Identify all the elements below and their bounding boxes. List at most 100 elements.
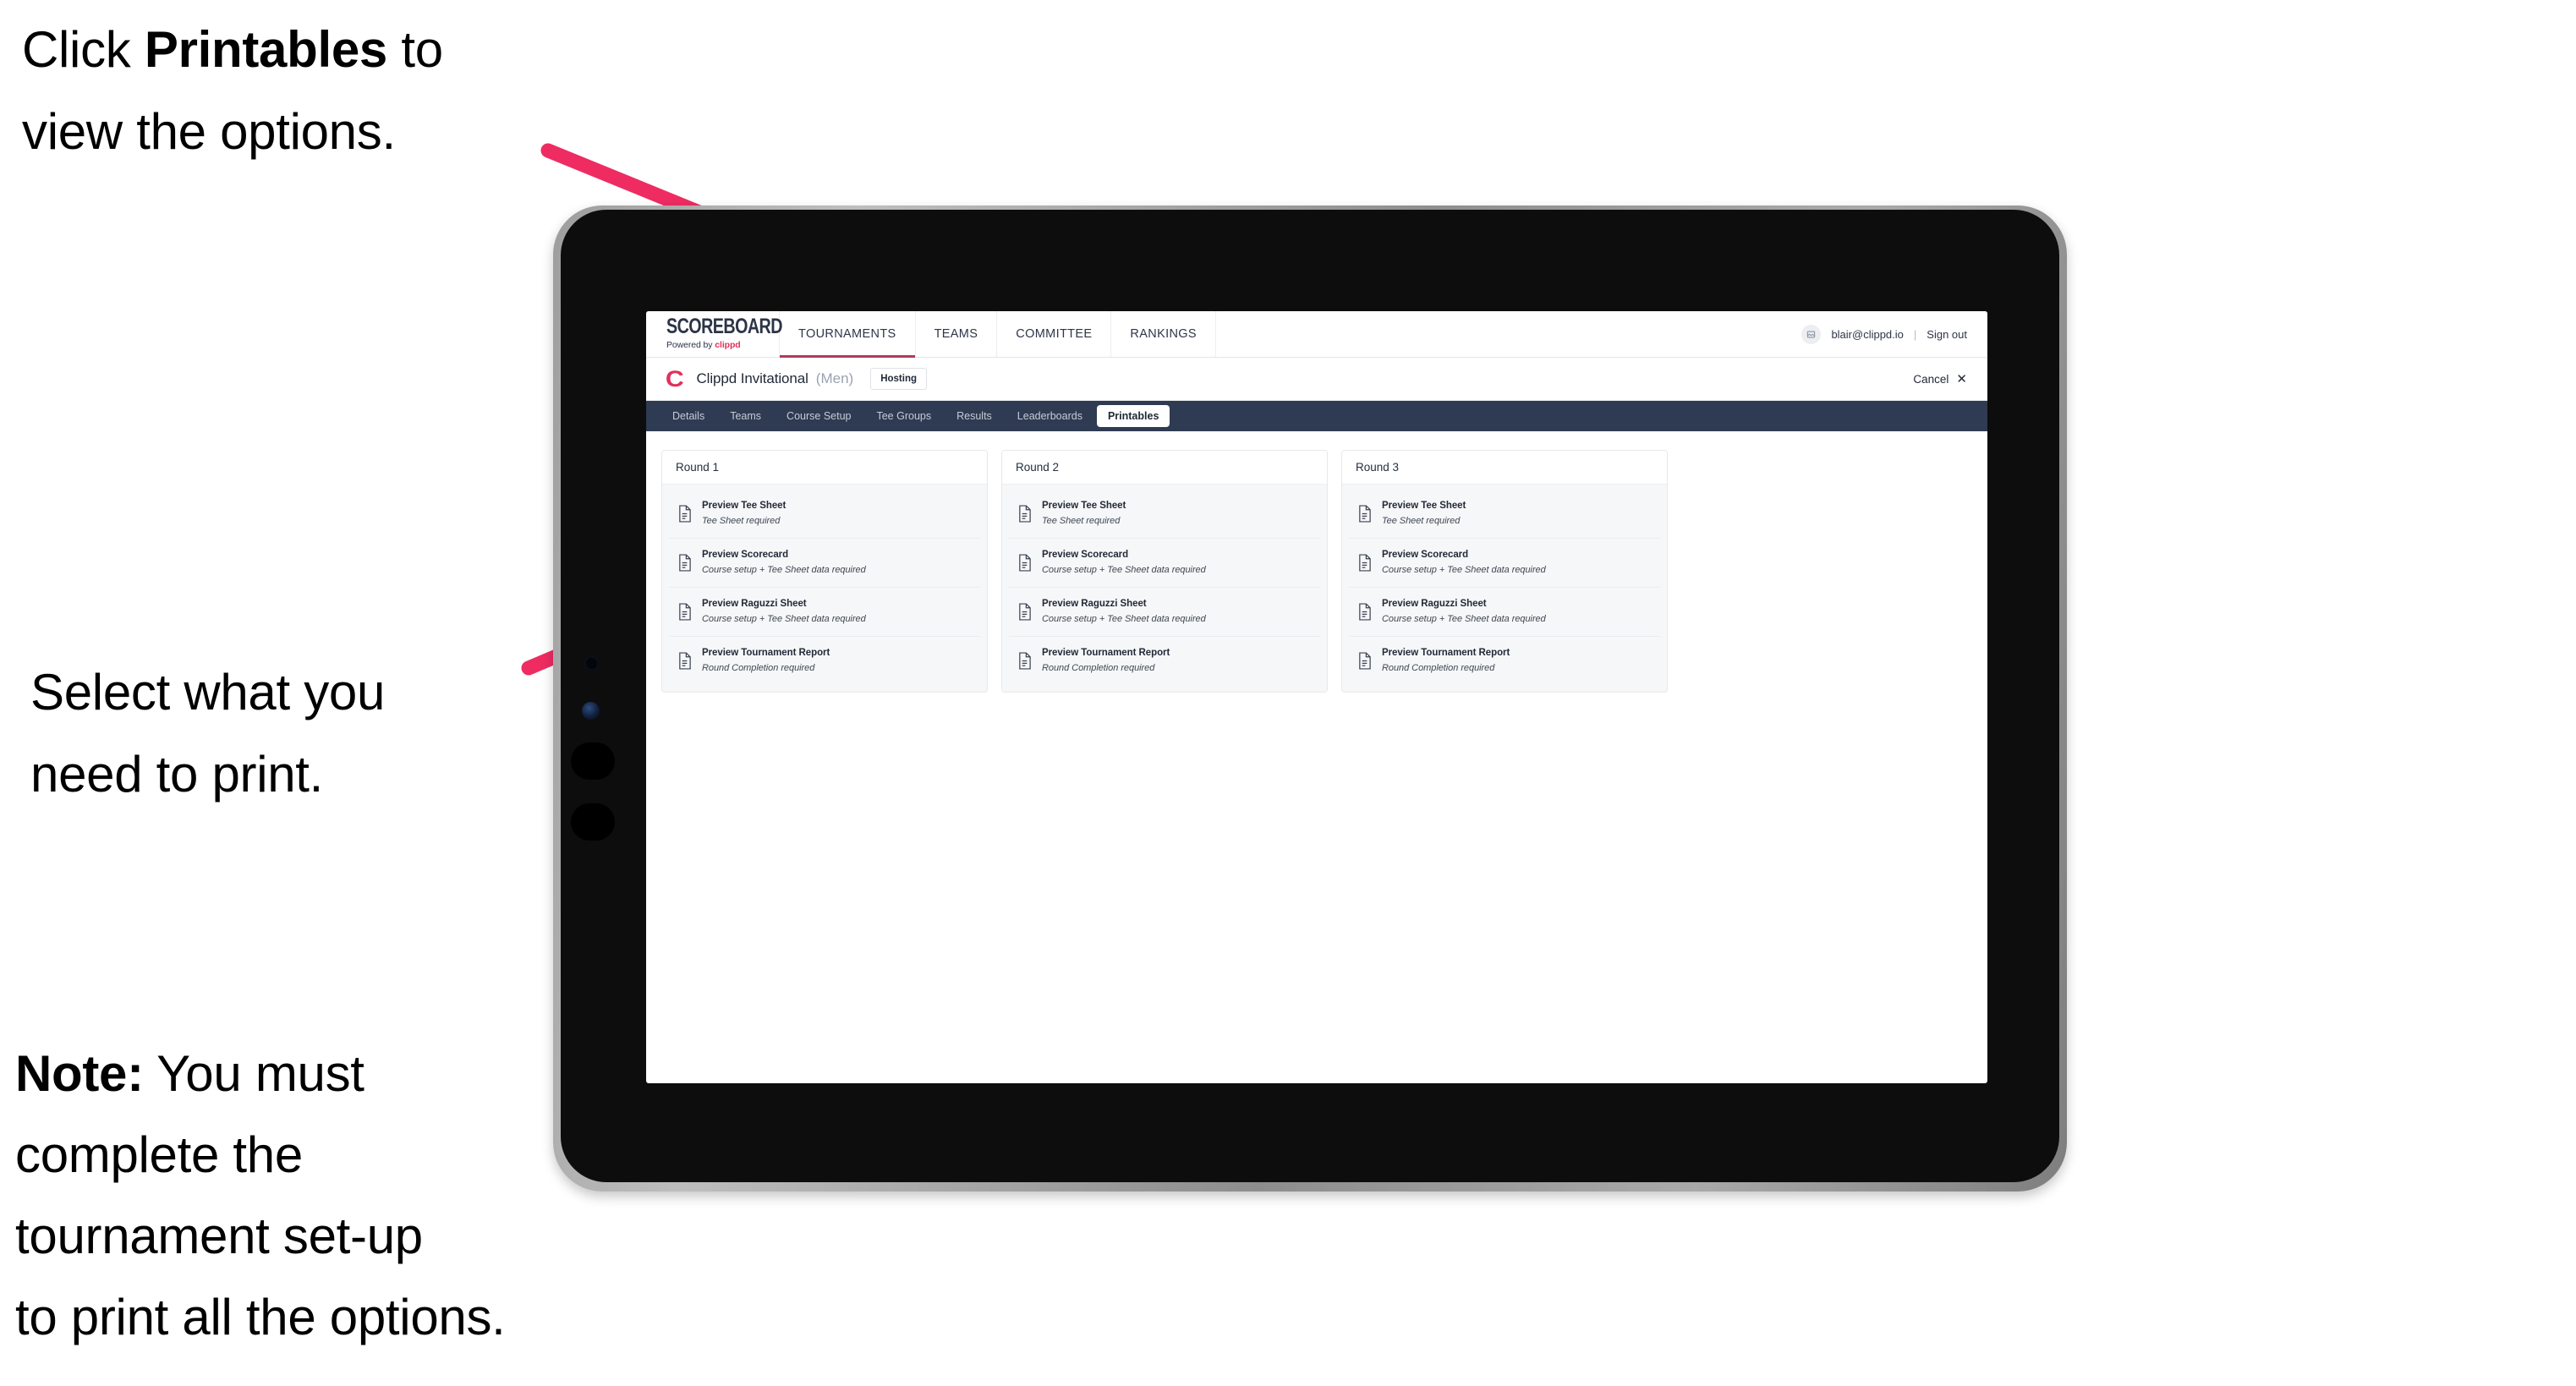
tablet-bezel: SCOREBOARD Powered by clippd TOURNAMENTS… (561, 210, 2059, 1182)
list-item[interactable]: Preview Raguzzi Sheet Course setup + Tee… (1349, 588, 1660, 638)
list-item-text: Preview Tee Sheet Tee Sheet required (702, 500, 786, 528)
list-item-title: Preview Scorecard (1042, 550, 1129, 561)
list-item[interactable]: Preview Raguzzi Sheet Course setup + Tee… (1009, 588, 1320, 638)
sign-out-link[interactable]: Sign out (1927, 328, 1967, 341)
list-item-subtitle: Course setup + Tee Sheet data required (702, 613, 866, 624)
round-item-list: Preview Tee Sheet Tee Sheet required Pre… (1342, 485, 1667, 693)
list-item-text: Preview Scorecard Course setup + Tee She… (1042, 549, 1206, 577)
brand-sub-clippd: clippd (715, 340, 741, 350)
round-item-list: Preview Tee Sheet Tee Sheet required Pre… (1002, 485, 1327, 693)
document-icon (1019, 603, 1031, 621)
list-item-text: Preview Tee Sheet Tee Sheet required (1382, 500, 1466, 528)
document-icon (1359, 603, 1371, 621)
list-item-title: Preview Tournament Report (1042, 648, 1170, 659)
list-item[interactable]: Preview Raguzzi Sheet Course setup + Tee… (669, 588, 980, 638)
list-item[interactable]: Preview Tournament Report Round Completi… (1349, 637, 1660, 686)
list-item-title: Preview Tee Sheet (702, 501, 787, 511)
document-icon (1019, 505, 1031, 523)
list-item-title: Preview Tournament Report (702, 648, 830, 659)
document-icon (1019, 652, 1031, 670)
nav-item-teams[interactable]: TEAMS (916, 311, 998, 357)
document-icon (679, 554, 691, 572)
list-item-text: Preview Tournament Report Round Completi… (702, 647, 830, 675)
header-separator: | (1913, 327, 1917, 341)
instruction-note-bold: Note: (15, 1045, 144, 1102)
list-item-text: Preview Raguzzi Sheet Course setup + Tee… (1042, 598, 1206, 626)
list-item-title: Preview Tee Sheet (1382, 501, 1466, 511)
list-item[interactable]: Preview Scorecard Course setup + Tee She… (1349, 539, 1660, 589)
list-item[interactable]: Preview Scorecard Course setup + Tee She… (1009, 539, 1320, 589)
header-account-area: blair@clippd.io | Sign out (1801, 311, 1987, 357)
printables-content: Round 1 Preview Tee Sheet Tee Sheet requ… (646, 431, 1987, 693)
user-avatar-icon[interactable] (1801, 324, 1822, 344)
brand-subtitle: Powered by clippd (666, 340, 779, 350)
list-item-subtitle: Course setup + Tee Sheet data required (1042, 613, 1206, 624)
tab-tee-groups[interactable]: Tee Groups (865, 405, 942, 427)
round-item-list: Preview Tee Sheet Tee Sheet required Pre… (662, 485, 987, 693)
nav-item-tournaments[interactable]: TOURNAMENTS (780, 311, 916, 358)
brand-sub-prefix: Powered by (666, 340, 715, 350)
front-camera-icon (582, 702, 600, 720)
list-item-text: Preview Tournament Report Round Completi… (1382, 647, 1510, 675)
sensor-dot-icon (584, 656, 599, 671)
list-item-subtitle: Tee Sheet required (1042, 515, 1121, 526)
list-item-text: Preview Scorecard Course setup + Tee She… (1382, 549, 1546, 577)
instruction-1-prefix: Click (22, 21, 145, 78)
list-item[interactable]: Preview Tee Sheet Tee Sheet required (669, 490, 980, 540)
instruction-select-print: Select what you need to print. (30, 664, 386, 803)
list-item-subtitle: Round Completion required (1042, 662, 1155, 673)
list-item-subtitle: Tee Sheet required (702, 515, 781, 526)
list-item-title: Preview Scorecard (1382, 550, 1469, 561)
tablet-device: SCOREBOARD Powered by clippd TOURNAMENTS… (553, 205, 2067, 1192)
clippd-c-logo-icon: C (665, 365, 684, 392)
tab-printables[interactable]: Printables (1096, 405, 1170, 427)
nav-item-committee[interactable]: COMMITTEE (997, 311, 1112, 357)
round-title: Round 1 (662, 451, 987, 485)
list-item-text: Preview Tournament Report Round Completi… (1042, 647, 1170, 675)
list-item-subtitle: Course setup + Tee Sheet data required (1382, 564, 1546, 575)
tab-details[interactable]: Details (661, 405, 715, 427)
list-item-subtitle: Course setup + Tee Sheet data required (1042, 564, 1206, 575)
volume-down-button[interactable] (571, 803, 615, 841)
section-tab-bar: Details Teams Course Setup Tee Groups Re… (646, 401, 1987, 431)
list-item[interactable]: Preview Tournament Report Round Completi… (1009, 637, 1320, 686)
tab-leaderboards[interactable]: Leaderboards (1006, 405, 1093, 427)
cancel-label: Cancel (1913, 372, 1949, 386)
list-item-subtitle: Tee Sheet required (1382, 515, 1461, 526)
list-item-title: Preview Scorecard (702, 550, 789, 561)
list-item-title: Preview Raguzzi Sheet (702, 599, 807, 610)
list-item[interactable]: Preview Tournament Report Round Completi… (669, 637, 980, 686)
list-item-text: Preview Raguzzi Sheet Course setup + Tee… (1382, 598, 1546, 626)
list-item-subtitle: Course setup + Tee Sheet data required (1382, 613, 1546, 624)
list-item-text: Preview Tee Sheet Tee Sheet required (1042, 500, 1126, 528)
list-item-title: Preview Tee Sheet (1042, 501, 1126, 511)
list-item-title: Preview Tournament Report (1382, 648, 1510, 659)
round-card: Round 3 Preview Tee Sheet Tee Sheet requ… (1341, 450, 1668, 693)
list-item[interactable]: Preview Scorecard Course setup + Tee She… (669, 539, 980, 589)
list-item-text: Preview Raguzzi Sheet Course setup + Tee… (702, 598, 866, 626)
brand-logo[interactable]: SCOREBOARD Powered by clippd (646, 311, 783, 357)
main-nav: TOURNAMENTS TEAMS COMMITTEE RANKINGS (780, 311, 1216, 358)
list-item-title: Preview Raguzzi Sheet (1382, 599, 1487, 610)
list-item[interactable]: Preview Tee Sheet Tee Sheet required (1349, 490, 1660, 540)
hosting-status-badge[interactable]: Hosting (870, 368, 928, 390)
tab-course-setup[interactable]: Course Setup (776, 405, 862, 427)
round-card: Round 2 Preview Tee Sheet Tee Sheet requ… (1001, 450, 1328, 693)
list-item-subtitle: Round Completion required (702, 662, 815, 673)
volume-up-button[interactable] (571, 742, 615, 780)
app-header: SCOREBOARD Powered by clippd TOURNAMENTS… (646, 311, 1987, 358)
document-icon (1019, 554, 1031, 572)
instruction-1-bold: Printables (144, 21, 387, 78)
tournament-gender: (Men) (815, 370, 854, 386)
round-title: Round 2 (1002, 451, 1327, 485)
brand-title: SCOREBOARD (666, 315, 783, 339)
list-item[interactable]: Preview Tee Sheet Tee Sheet required (1009, 490, 1320, 540)
cancel-button[interactable]: Cancel ✕ (1913, 373, 1967, 386)
tournament-bar: C Clippd Invitational (Men) Hosting Canc… (646, 358, 1987, 401)
document-icon (679, 505, 691, 523)
list-item-title: Preview Raguzzi Sheet (1042, 599, 1147, 610)
tab-results[interactable]: Results (945, 405, 1003, 427)
document-icon (679, 652, 691, 670)
tab-teams[interactable]: Teams (719, 405, 772, 427)
nav-item-rankings[interactable]: RANKINGS (1111, 311, 1216, 357)
